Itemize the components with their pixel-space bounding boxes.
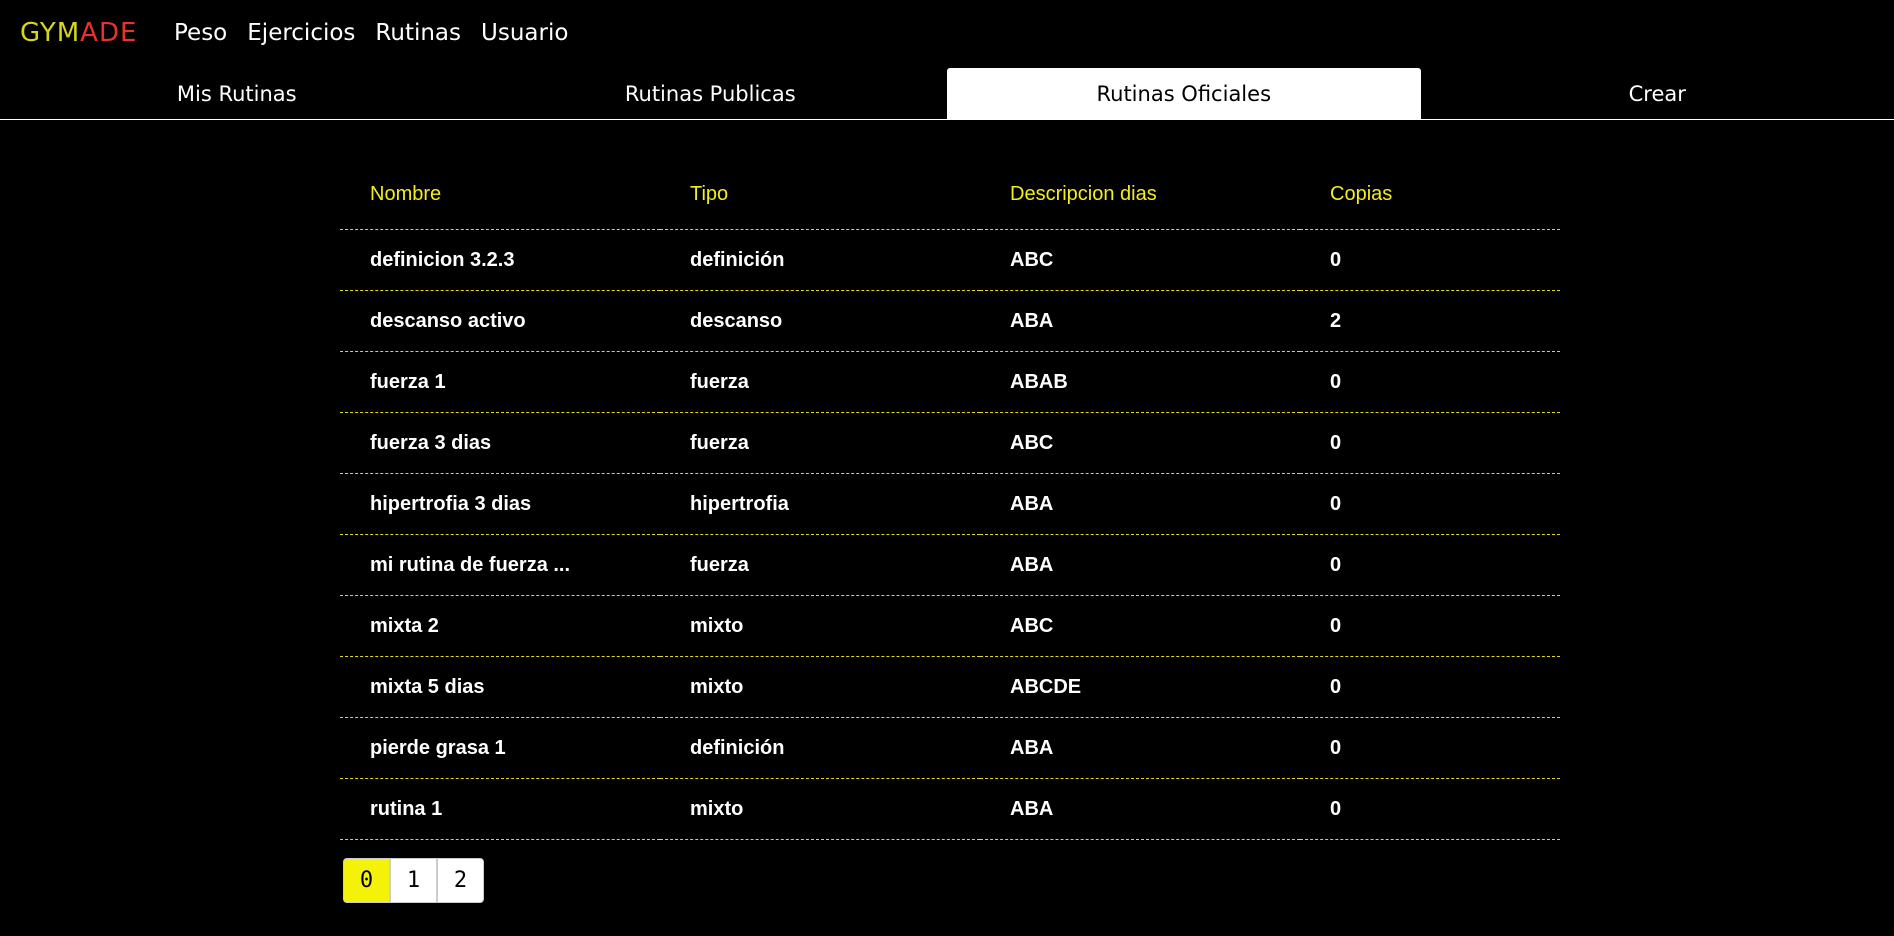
table-row[interactable]: mixta 2 mixto ABC 0 — [340, 595, 1560, 657]
cell-copias: 0 — [1300, 412, 1560, 474]
cell-copias: 0 — [1300, 717, 1560, 779]
routine-tabs: Mis Rutinas Rutinas Publicas Rutinas Ofi… — [0, 68, 1894, 120]
cell-descripcion-dias: ABAB — [980, 351, 1300, 413]
table-row[interactable]: pierde grasa 1 definición ABA 0 — [340, 717, 1560, 779]
pagination: 0 1 2 — [343, 858, 484, 903]
cell-tipo: descanso — [660, 290, 980, 352]
cell-nombre: mixta 2 — [340, 595, 660, 657]
cell-copias: 2 — [1300, 290, 1560, 352]
cell-nombre: hipertrofia 3 dias — [340, 473, 660, 535]
cell-nombre: mi rutina de fuerza ... — [340, 534, 660, 596]
table-row[interactable]: mi rutina de fuerza ... fuerza ABA 0 — [340, 534, 1560, 596]
table-row[interactable]: hipertrofia 3 dias hipertrofia ABA 0 — [340, 473, 1560, 535]
cell-descripcion-dias: ABC — [980, 229, 1300, 291]
table-row[interactable]: fuerza 1 fuerza ABAB 0 — [340, 351, 1560, 413]
cell-nombre: rutina 1 — [340, 778, 660, 840]
cell-nombre: fuerza 1 — [340, 351, 660, 413]
nav-link-rutinas[interactable]: Rutinas — [375, 19, 461, 47]
cell-copias: 0 — [1300, 351, 1560, 413]
page-button-1[interactable]: 1 — [390, 858, 437, 903]
logo-gym-text: GYM — [20, 18, 81, 48]
table-header-row: Nombre Tipo Descripcion dias Copias — [340, 160, 1560, 230]
cell-nombre: definicion 3.2.3 — [340, 229, 660, 291]
cell-tipo: fuerza — [660, 412, 980, 474]
main-nav: Peso Ejercicios Rutinas Usuario — [174, 19, 568, 47]
cell-descripcion-dias: ABA — [980, 473, 1300, 535]
cell-copias: 0 — [1300, 595, 1560, 657]
header-nombre: Nombre — [340, 160, 660, 230]
nav-link-peso[interactable]: Peso — [174, 19, 227, 47]
cell-nombre: mixta 5 dias — [340, 656, 660, 718]
table-row[interactable]: descanso activo descanso ABA 2 — [340, 290, 1560, 352]
cell-tipo: fuerza — [660, 534, 980, 596]
cell-copias: 0 — [1300, 656, 1560, 718]
nav-link-ejercicios[interactable]: Ejercicios — [247, 19, 355, 47]
cell-nombre: pierde grasa 1 — [340, 717, 660, 779]
cell-descripcion-dias: ABC — [980, 595, 1300, 657]
cell-tipo: definición — [660, 717, 980, 779]
cell-nombre: descanso activo — [340, 290, 660, 352]
header-descripcion-dias: Descripcion dias — [980, 160, 1300, 230]
cell-tipo: fuerza — [660, 351, 980, 413]
cell-descripcion-dias: ABA — [980, 778, 1300, 840]
routines-table: Nombre Tipo Descripcion dias Copias defi… — [340, 160, 1560, 840]
table-row[interactable]: definicion 3.2.3 definición ABC 0 — [340, 229, 1560, 291]
cell-copias: 0 — [1300, 229, 1560, 291]
page-button-2[interactable]: 2 — [437, 858, 484, 903]
cell-descripcion-dias: ABCDE — [980, 656, 1300, 718]
tab-rutinas-oficiales[interactable]: Rutinas Oficiales — [947, 68, 1421, 119]
cell-tipo: mixto — [660, 656, 980, 718]
table-row[interactable]: mixta 5 dias mixto ABCDE 0 — [340, 656, 1560, 718]
cell-descripcion-dias: ABA — [980, 717, 1300, 779]
page-button-0[interactable]: 0 — [343, 858, 390, 903]
logo-ade-text: ADE — [80, 18, 138, 48]
header-copias: Copias — [1300, 160, 1560, 230]
cell-tipo: mixto — [660, 778, 980, 840]
routines-table-container: Nombre Tipo Descripcion dias Copias defi… — [340, 160, 1560, 840]
cell-tipo: hipertrofia — [660, 473, 980, 535]
cell-copias: 0 — [1300, 534, 1560, 596]
cell-descripcion-dias: ABC — [980, 412, 1300, 474]
cell-nombre: fuerza 3 dias — [340, 412, 660, 474]
tab-mis-rutinas[interactable]: Mis Rutinas — [0, 68, 474, 119]
table-row[interactable]: fuerza 3 dias fuerza ABC 0 — [340, 412, 1560, 474]
cell-descripcion-dias: ABA — [980, 534, 1300, 596]
cell-tipo: definición — [660, 229, 980, 291]
tab-rutinas-publicas[interactable]: Rutinas Publicas — [474, 68, 948, 119]
nav-link-usuario[interactable]: Usuario — [481, 19, 568, 47]
gymade-logo[interactable]: GYMADE — [20, 17, 137, 49]
cell-copias: 0 — [1300, 778, 1560, 840]
table-row[interactable]: rutina 1 mixto ABA 0 — [340, 778, 1560, 840]
cell-copias: 0 — [1300, 473, 1560, 535]
top-navbar: GYMADE Peso Ejercicios Rutinas Usuario — [0, 0, 1894, 66]
tab-crear[interactable]: Crear — [1421, 68, 1894, 119]
cell-descripcion-dias: ABA — [980, 290, 1300, 352]
header-tipo: Tipo — [660, 160, 980, 230]
cell-tipo: mixto — [660, 595, 980, 657]
